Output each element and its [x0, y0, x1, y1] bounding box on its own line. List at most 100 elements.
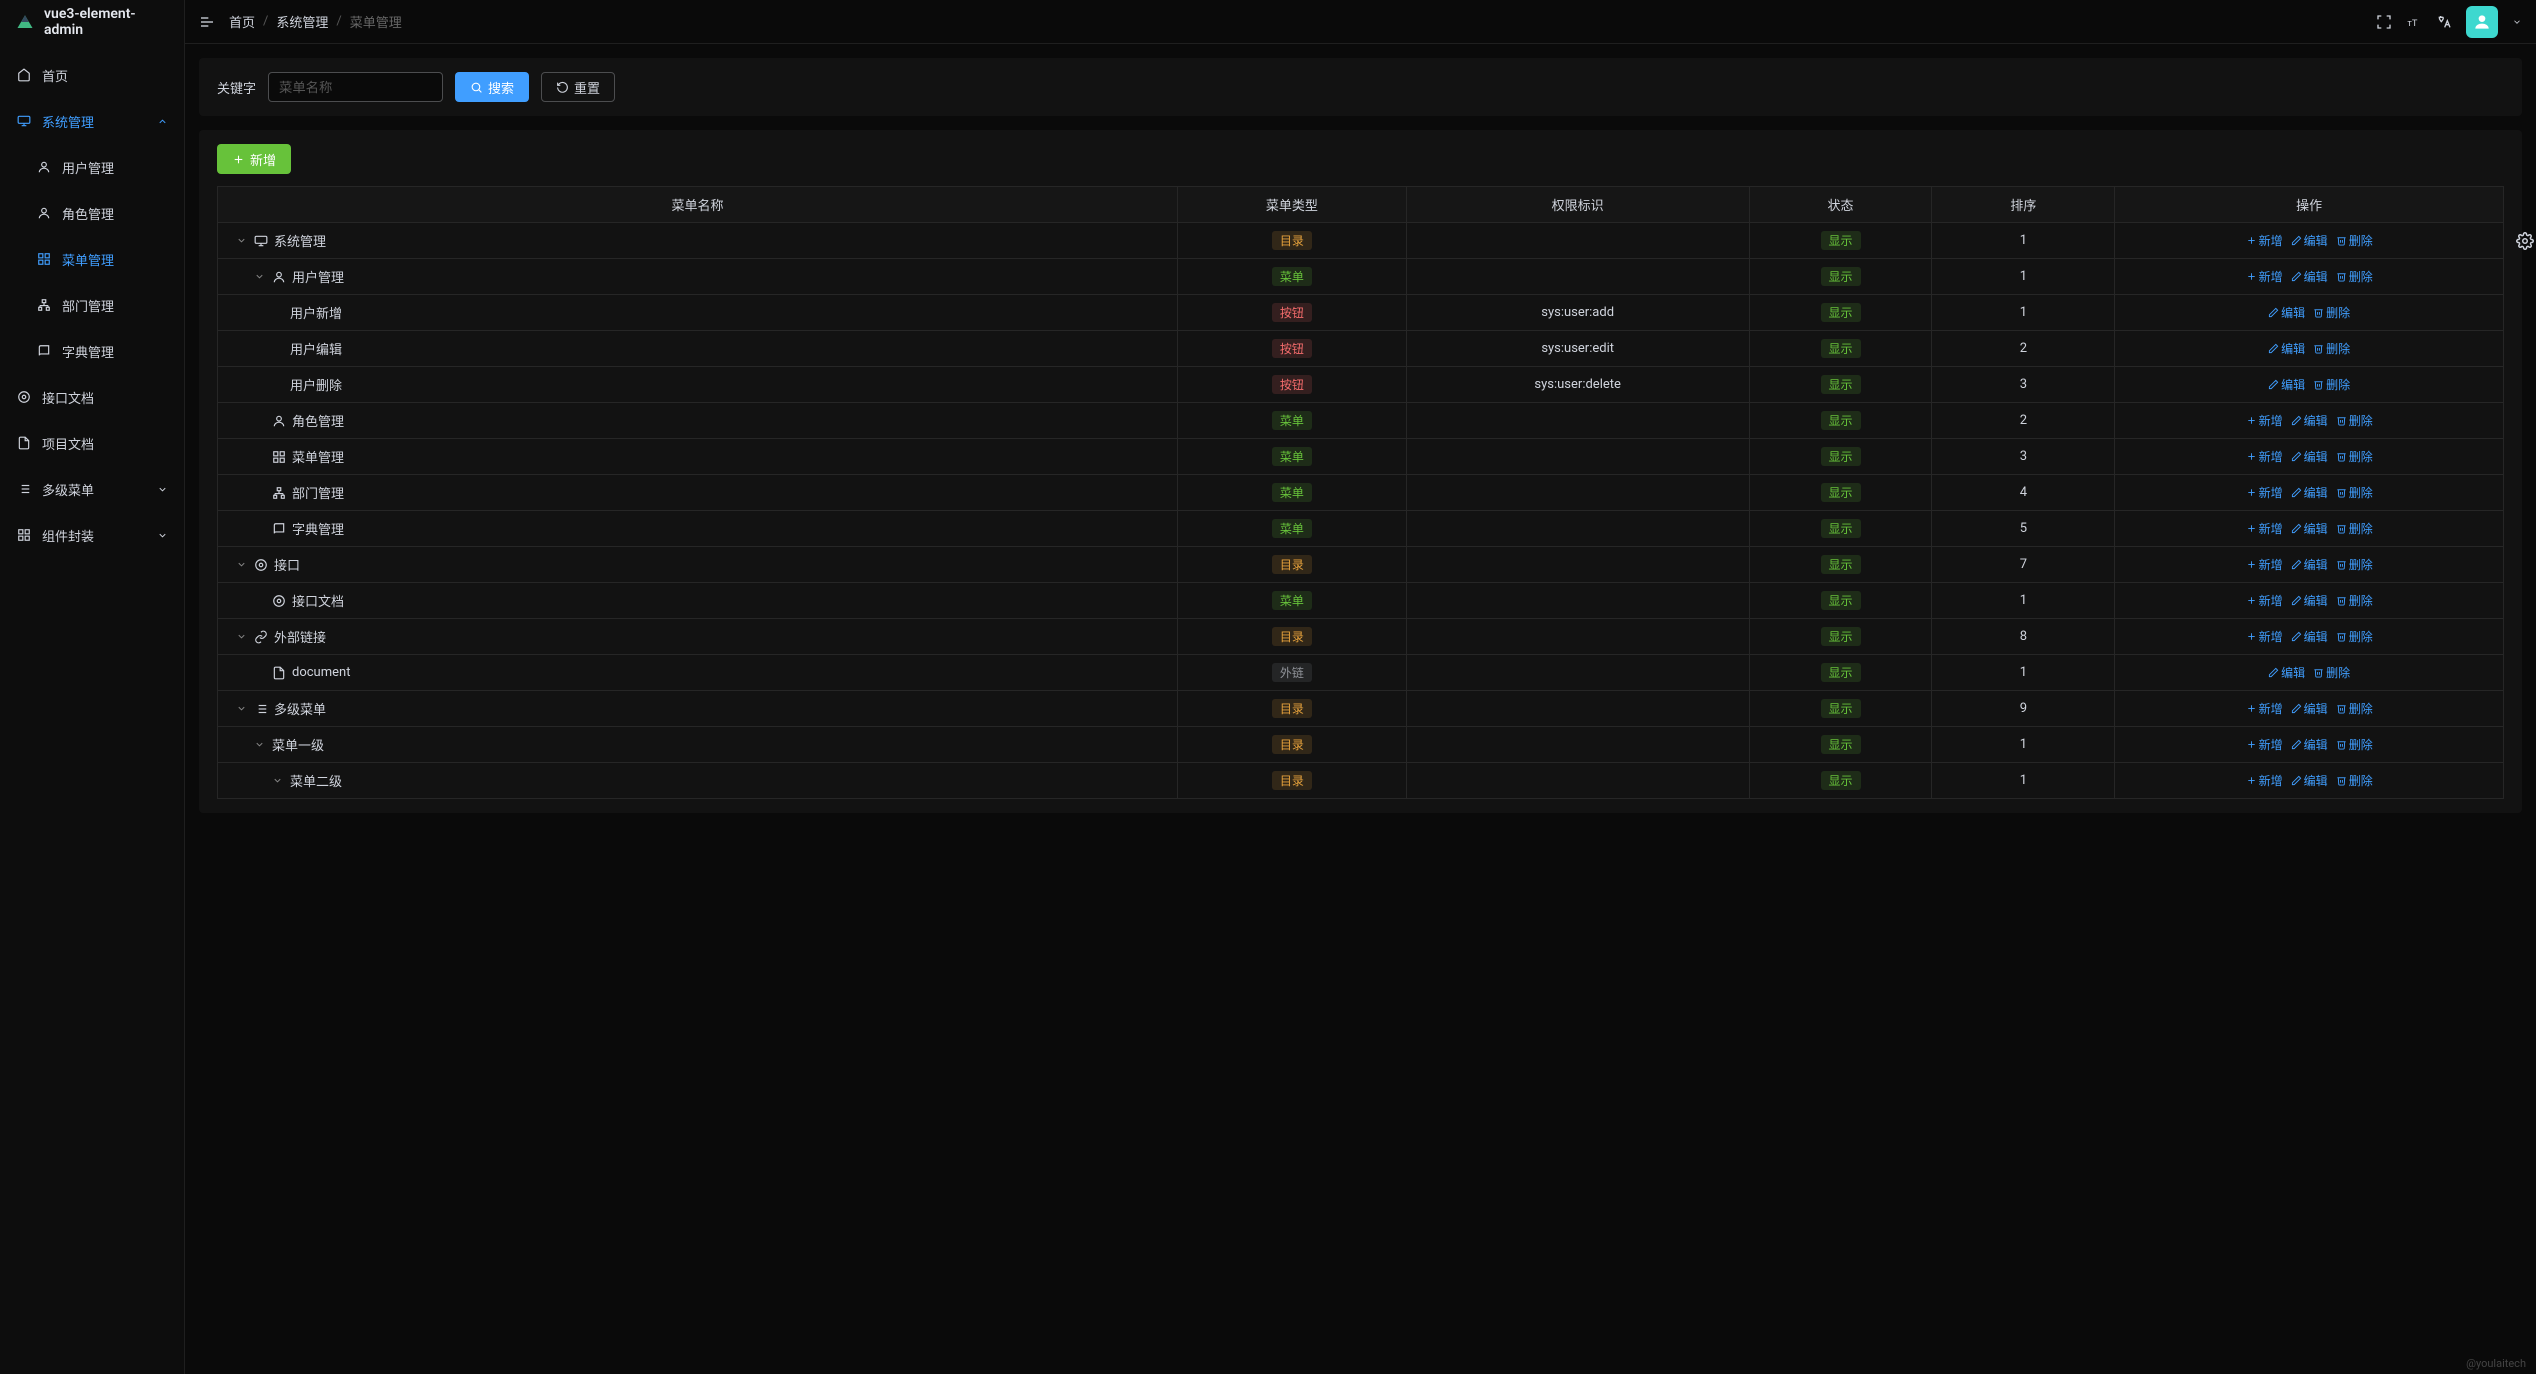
edit-link[interactable]: 编辑 — [2268, 304, 2305, 321]
sidebar-subitem[interactable]: 角色管理 — [0, 190, 184, 236]
reset-button[interactable]: 重置 — [541, 72, 615, 102]
delete-link[interactable]: 删除 — [2336, 736, 2373, 753]
delete-link[interactable]: 删除 — [2336, 232, 2373, 249]
main: 首页/系统管理/菜单管理 тT — [185, 0, 2536, 1374]
row-name-text: 接口 — [274, 555, 300, 574]
row-name-text: 用户新增 — [290, 303, 342, 322]
edit-link[interactable]: 编辑 — [2291, 772, 2328, 789]
font-size-icon[interactable]: тT — [2406, 14, 2422, 30]
delete-link[interactable]: 删除 — [2313, 376, 2350, 393]
expand-icon[interactable] — [236, 631, 248, 642]
delete-link[interactable]: 删除 — [2336, 448, 2373, 465]
doc-icon — [272, 666, 286, 680]
sidebar-item-label: 接口文档 — [42, 388, 94, 407]
expand-icon[interactable] — [272, 775, 284, 786]
sort-cell: 1 — [1932, 763, 2115, 799]
sort-cell: 2 — [1932, 331, 2115, 367]
delete-link[interactable]: 删除 — [2336, 484, 2373, 501]
name-cell: 用户编辑 — [218, 331, 1178, 367]
delete-link[interactable]: 删除 — [2313, 304, 2350, 321]
edit-link[interactable]: 编辑 — [2291, 592, 2328, 609]
breadcrumb-separator: / — [263, 14, 268, 29]
sidebar-subitem[interactable]: 字典管理 — [0, 328, 184, 374]
name-cell: 菜单管理 — [218, 439, 1178, 475]
avatar-chevron-icon[interactable] — [2512, 17, 2522, 27]
keyword-input[interactable] — [268, 72, 443, 102]
add-link[interactable]: 新增 — [2246, 700, 2283, 717]
edit-link[interactable]: 编辑 — [2291, 556, 2328, 573]
breadcrumb-item[interactable]: 首页 — [229, 12, 255, 31]
add-link[interactable]: 新增 — [2246, 556, 2283, 573]
link-icon — [254, 630, 268, 644]
action-cell: 新增编辑删除 — [2115, 583, 2504, 619]
grid-icon — [272, 450, 286, 464]
sidebar-subitem[interactable]: 部门管理 — [0, 282, 184, 328]
add-link[interactable]: 新增 — [2246, 268, 2283, 285]
delete-link[interactable]: 删除 — [2336, 592, 2373, 609]
sidebar-subitem[interactable]: 用户管理 — [0, 144, 184, 190]
type-tag: 目录 — [1272, 555, 1312, 574]
sidebar-item[interactable]: 首页 — [0, 52, 184, 98]
perm-cell: sys:user:delete — [1406, 367, 1749, 403]
expand-icon[interactable] — [254, 271, 266, 282]
delete-link[interactable]: 删除 — [2336, 556, 2373, 573]
add-link[interactable]: 新增 — [2246, 772, 2283, 789]
edit-link[interactable]: 编辑 — [2291, 232, 2328, 249]
expand-icon[interactable] — [236, 703, 248, 714]
avatar[interactable] — [2466, 6, 2498, 38]
edit-link[interactable]: 编辑 — [2291, 484, 2328, 501]
sidebar-item[interactable]: 多级菜单 — [0, 466, 184, 512]
delete-link[interactable]: 删除 — [2336, 412, 2373, 429]
language-icon[interactable] — [2436, 14, 2452, 30]
table-row: 菜单二级目录显示1新增编辑删除 — [218, 763, 2504, 799]
edit-link[interactable]: 编辑 — [2268, 664, 2305, 681]
sidebar-subitem[interactable]: 菜单管理 — [0, 236, 184, 282]
breadcrumb-item[interactable]: 系统管理 — [276, 12, 328, 31]
add-link[interactable]: 新增 — [2246, 628, 2283, 645]
delete-link[interactable]: 删除 — [2336, 628, 2373, 645]
delete-link[interactable]: 删除 — [2313, 340, 2350, 357]
add-link[interactable]: 新增 — [2246, 520, 2283, 537]
edit-link[interactable]: 编辑 — [2291, 628, 2328, 645]
add-link[interactable]: 新增 — [2246, 412, 2283, 429]
settings-icon[interactable] — [2516, 232, 2534, 250]
fullscreen-icon[interactable] — [2376, 14, 2392, 30]
expand-icon[interactable] — [254, 739, 266, 750]
edit-link[interactable]: 编辑 — [2268, 340, 2305, 357]
delete-link[interactable]: 删除 — [2336, 700, 2373, 717]
add-link[interactable]: 新增 — [2246, 232, 2283, 249]
edit-link[interactable]: 编辑 — [2291, 736, 2328, 753]
breadcrumb-item: 菜单管理 — [350, 12, 402, 31]
add-button[interactable]: 新增 — [217, 144, 291, 174]
edit-link[interactable]: 编辑 — [2268, 376, 2305, 393]
add-link[interactable]: 新增 — [2246, 484, 2283, 501]
hamburger-icon[interactable] — [199, 14, 215, 30]
row-name-text: 多级菜单 — [274, 699, 326, 718]
sidebar-item[interactable]: 项目文档 — [0, 420, 184, 466]
add-link[interactable]: 新增 — [2246, 592, 2283, 609]
sort-cell: 9 — [1932, 691, 2115, 727]
edit-link[interactable]: 编辑 — [2291, 448, 2328, 465]
delete-link[interactable]: 删除 — [2336, 772, 2373, 789]
edit-link[interactable]: 编辑 — [2291, 700, 2328, 717]
edit-link[interactable]: 编辑 — [2291, 268, 2328, 285]
add-link[interactable]: 新增 — [2246, 736, 2283, 753]
delete-link[interactable]: 删除 — [2336, 268, 2373, 285]
logo[interactable]: vue3-element-admin — [0, 0, 184, 44]
delete-link[interactable]: 删除 — [2336, 520, 2373, 537]
edit-link[interactable]: 编辑 — [2291, 412, 2328, 429]
edit-link[interactable]: 编辑 — [2291, 520, 2328, 537]
expand-icon[interactable] — [236, 559, 248, 570]
org-icon — [36, 297, 52, 313]
action-cell: 新增编辑删除 — [2115, 727, 2504, 763]
sidebar-item[interactable]: 组件封装 — [0, 512, 184, 558]
expand-icon[interactable] — [236, 235, 248, 246]
action-cell: 新增编辑删除 — [2115, 547, 2504, 583]
search-button[interactable]: 搜索 — [455, 72, 529, 102]
add-link[interactable]: 新增 — [2246, 448, 2283, 465]
delete-link[interactable]: 删除 — [2313, 664, 2350, 681]
sidebar: vue3-element-admin 首页系统管理用户管理角色管理菜单管理部门管… — [0, 0, 185, 1374]
sidebar-item[interactable]: 接口文档 — [0, 374, 184, 420]
type-tag: 目录 — [1272, 735, 1312, 754]
sidebar-item[interactable]: 系统管理 — [0, 98, 184, 144]
